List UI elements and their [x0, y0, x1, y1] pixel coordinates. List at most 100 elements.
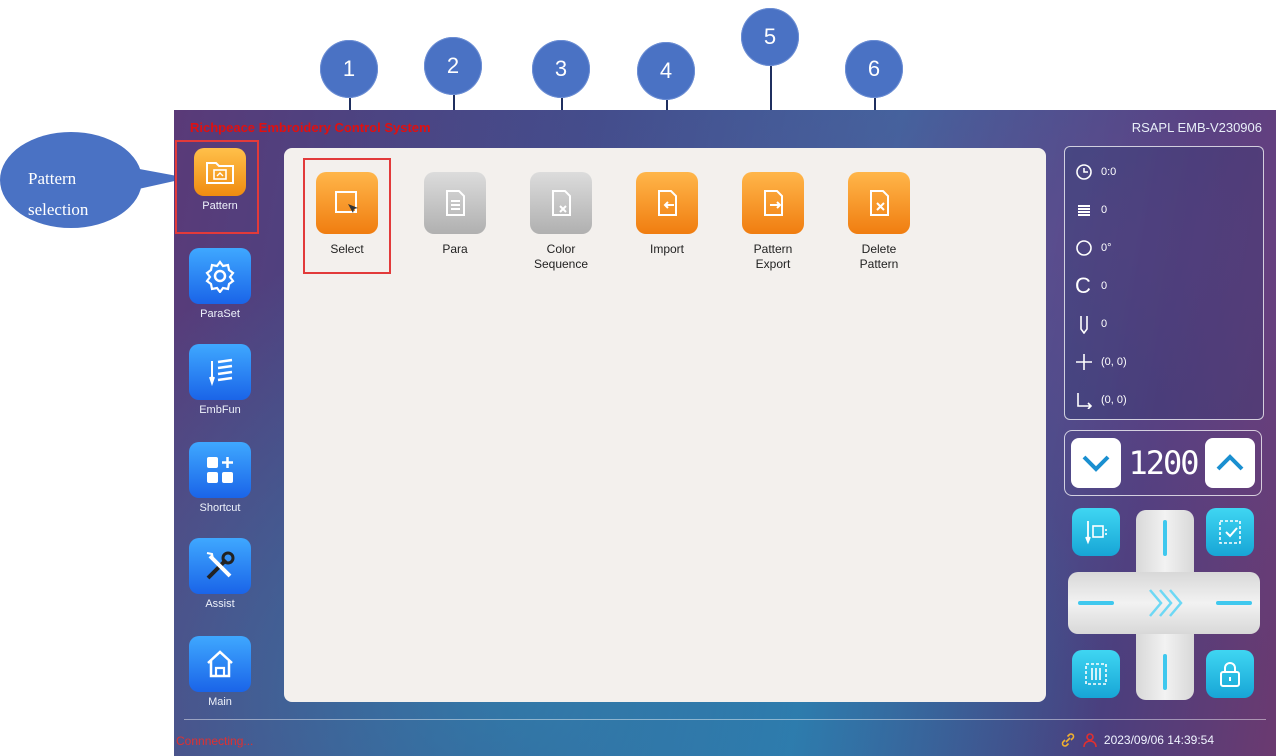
- nav-main[interactable]: Main: [182, 636, 258, 708]
- angle-value: 0°: [1101, 242, 1112, 254]
- stitch-count-icon: [1078, 205, 1090, 216]
- callout-4: 4: [637, 42, 695, 100]
- delete-pattern-line2: Pattern: [859, 257, 899, 271]
- needle-value: 0: [1101, 318, 1108, 330]
- speed-up-button[interactable]: [1205, 438, 1255, 488]
- nav-label: Shortcut: [199, 502, 241, 514]
- color-sequence-line1: Color: [546, 242, 576, 256]
- nav-assist[interactable]: Assist: [182, 538, 258, 610]
- thread-icon: [1085, 521, 1107, 545]
- pattern-export-line1: Pattern: [753, 242, 793, 256]
- para-button[interactable]: Para: [410, 172, 500, 257]
- import-icon: [636, 172, 698, 234]
- frame-trace-button[interactable]: [1072, 650, 1120, 698]
- status-divider: [184, 719, 1266, 720]
- document-icon: [424, 172, 486, 234]
- folder-icon: [194, 148, 246, 196]
- time-value: 0:0: [1101, 166, 1117, 178]
- datetime-status: 2023/09/06 14:39:54: [1060, 732, 1214, 748]
- nav-label: Pattern: [202, 200, 238, 212]
- select-button[interactable]: Select: [302, 172, 392, 257]
- origin-axis-icon: [1077, 393, 1093, 409]
- frame-check-button[interactable]: [1206, 508, 1254, 556]
- speed-value: 1200: [1128, 444, 1199, 482]
- chevron-down-icon: [1082, 455, 1110, 472]
- color-value: 0: [1101, 280, 1108, 292]
- gear-icon: [189, 248, 251, 304]
- nav-paraset[interactable]: ParaSet: [182, 248, 258, 320]
- export-icon: [742, 172, 804, 234]
- nav-pattern[interactable]: Pattern: [182, 148, 258, 212]
- color-sequence-icon: [530, 172, 592, 234]
- delete-pattern-button[interactable]: Delete Pattern: [834, 172, 924, 272]
- color-sequence-button[interactable]: Color Sequence: [516, 172, 606, 272]
- callout-5: 5: [741, 8, 799, 66]
- frame-trace-icon: [1085, 663, 1107, 685]
- connection-status: Connnecting...: [176, 734, 254, 748]
- callout-text: Pattern selection: [28, 156, 88, 232]
- fast-forward-icon[interactable]: [1146, 586, 1184, 620]
- pattern-export-button[interactable]: Pattern Export: [728, 172, 818, 272]
- user-icon: [1083, 733, 1097, 748]
- version-label: RSAPL EMB-V230906: [1131, 120, 1262, 135]
- clock-icon: [1076, 164, 1092, 180]
- para-label: Para: [442, 242, 468, 256]
- callout-1: 1: [320, 40, 378, 98]
- origin-row: (0, 0): [1065, 381, 1263, 419]
- nav-label: ParaSet: [200, 308, 240, 320]
- datetime-value: 2023/09/06 14:39:54: [1103, 733, 1214, 747]
- angle-row: 0°: [1065, 229, 1263, 267]
- move-cross-icon: [1076, 354, 1092, 370]
- position-row: (0, 0): [1065, 343, 1263, 381]
- nav-label: Main: [208, 696, 232, 708]
- delete-pattern-label: Delete Pattern: [834, 242, 924, 272]
- brand-title: Richpeace Embroidery Control System: [190, 120, 431, 135]
- home-icon: [189, 636, 251, 692]
- speed-down-button[interactable]: [1071, 438, 1121, 488]
- color-sequence-label: Color Sequence: [516, 242, 606, 272]
- needle-icon: [1080, 316, 1088, 334]
- lock-button[interactable]: [1206, 650, 1254, 698]
- callout-6: 6: [845, 40, 903, 98]
- callout-3: 3: [532, 40, 590, 98]
- nav-shortcut[interactable]: Shortcut: [182, 442, 258, 514]
- stitch-row: 0: [1065, 191, 1263, 229]
- pattern-export-line2: Export: [755, 257, 791, 271]
- color-sequence-line2: Sequence: [533, 257, 589, 271]
- jog-up-button[interactable]: [1163, 520, 1167, 556]
- circle-icon: [1076, 240, 1092, 256]
- color-c-icon: C: [1075, 273, 1091, 298]
- callout-2: 2: [424, 37, 482, 95]
- embroidery-icon: [189, 344, 251, 400]
- select-icon: [316, 172, 378, 234]
- select-label: Select: [330, 242, 364, 256]
- jog-pad: [1066, 506, 1262, 704]
- status-info-panel: 0:0 0 0° C 0 0 (0, 0) (0, 0): [1064, 146, 1264, 420]
- delete-pattern-line1: Delete: [861, 242, 897, 256]
- frame-check-icon: [1219, 520, 1241, 544]
- speed-control: 1200: [1064, 430, 1262, 496]
- chevron-up-icon: [1216, 454, 1244, 471]
- jog-right-button[interactable]: [1216, 601, 1252, 605]
- import-button[interactable]: Import: [622, 172, 712, 257]
- shortcut-grid-icon: [189, 442, 251, 498]
- pattern-export-label: Pattern Export: [728, 242, 818, 272]
- color-row: C 0: [1065, 267, 1263, 305]
- needle-row: 0: [1065, 305, 1263, 343]
- nav-label: Assist: [205, 598, 235, 610]
- link-icon: [1061, 733, 1075, 747]
- jog-left-button[interactable]: [1078, 601, 1114, 605]
- tools-icon: [189, 538, 251, 594]
- pattern-panel: Select Para Color Sequence Import Patter…: [284, 148, 1046, 702]
- lock-icon: [1220, 662, 1240, 687]
- machine-screen: Richpeace Embroidery Control System RSAP…: [174, 110, 1276, 756]
- stitch-value: 0: [1101, 204, 1108, 216]
- time-row: 0:0: [1065, 153, 1263, 191]
- jog-down-button[interactable]: [1163, 654, 1167, 690]
- nav-label: EmbFun: [199, 404, 241, 416]
- callout-text-line2: selection: [28, 200, 89, 219]
- thread-trim-button[interactable]: [1072, 508, 1120, 556]
- nav-embfun[interactable]: EmbFun: [182, 344, 258, 416]
- delete-icon: [848, 172, 910, 234]
- position-value: (0, 0): [1101, 356, 1127, 368]
